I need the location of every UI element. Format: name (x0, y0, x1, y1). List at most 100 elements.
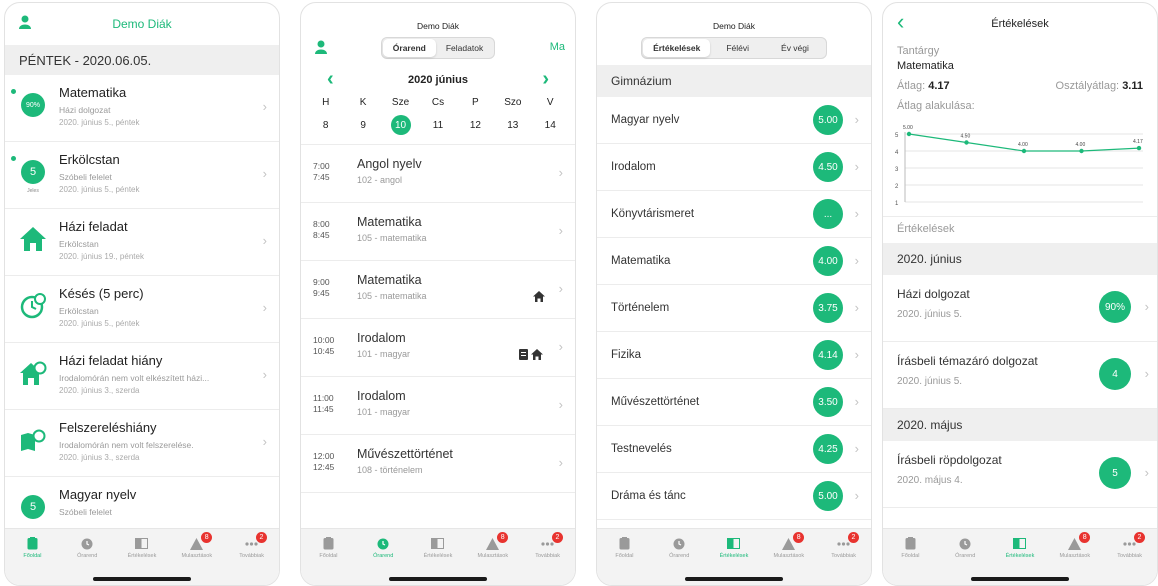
feed-item-late[interactable]: Késés (5 perc) Erkölcstan 2020. június 5… (5, 276, 279, 343)
average-trend-chart: 5 4 3 2 1 5.00 4.50 4.00 4.00 4.17 (895, 125, 1143, 207)
subject-average: 5.00 (813, 481, 843, 511)
profile-icon[interactable] (315, 40, 327, 59)
clock-icon (81, 537, 94, 550)
chevron-left-icon[interactable]: ‹ (327, 68, 334, 91)
subject-row[interactable]: Fizika 4.14 › (597, 332, 871, 379)
lesson-row[interactable]: 7:00 7:45 Angol nyelv 102 - angol › (301, 145, 575, 203)
test-and-homework-icon (519, 349, 545, 363)
feed-item-grade[interactable]: 90% Matematika Házi dolgozat 2020. júniu… (5, 75, 279, 142)
unread-dot (11, 156, 16, 161)
feed-item-homework[interactable]: Házi feladat Erkölcstan 2020. június 19.… (5, 209, 279, 276)
weekday-label: P (472, 97, 479, 108)
subject-row[interactable]: Történelem 3.75 › (597, 285, 871, 332)
lesson-row[interactable]: 9:00 9:45 Matematika 105 - matematika › (301, 261, 575, 319)
tab-label: Értékelések (423, 553, 453, 559)
grade-row[interactable]: Írásbeli témazáró dolgozat 2020. június … (883, 342, 1157, 409)
subject-average: 5.00 (813, 105, 843, 135)
lesson-room: 108 - történelem (357, 465, 423, 475)
back-chevron-icon[interactable]: ‹ (897, 9, 904, 35)
grade-row[interactable]: Házi dolgozat 2020. június 5. 90% › (883, 275, 1157, 342)
tab-more[interactable]: 2 Továbbiak (224, 529, 279, 585)
feed-item-title: Matematika (59, 85, 127, 100)
feed-item-missing-homework[interactable]: Házi feladat hiány Irodalomórán nem volt… (5, 343, 279, 410)
subject-row[interactable]: Dráma és tánc 5.00 › (597, 473, 871, 520)
date-row: 8 9 10 11 12 13 14 (301, 112, 575, 145)
segment-half-year[interactable]: Félévi (710, 39, 765, 57)
chevron-right-icon[interactable]: › (542, 68, 549, 91)
tab-label: Főoldal (319, 553, 338, 559)
lesson-row[interactable]: 12:00 12:45 Művészettörténet 108 - történ… (301, 435, 575, 493)
tab-label: Továbbiak (535, 553, 560, 559)
home-indicator (389, 577, 487, 581)
subject-row[interactable]: Matematika 4.00 › (597, 238, 871, 285)
notification-badge: 2 (551, 532, 563, 543)
tab-label: Továbbiak (831, 553, 856, 559)
lesson-row[interactable]: 8:00 8:45 Matematika 105 - matematika › (301, 203, 575, 261)
lesson-row[interactable]: 10:00 10:45 Irodalom 101 - magyar › (301, 319, 575, 377)
subject-row[interactable]: Irodalom 4.50 › (597, 144, 871, 191)
book-icon (727, 537, 741, 550)
subject-name: Testnevelés (611, 443, 672, 455)
grade-date: 2020. június 5. (897, 376, 963, 387)
tab-more[interactable]: 2 Továbbiak (520, 529, 575, 585)
trend-point-label: 4.17 (1133, 139, 1143, 145)
tab-label: Órarend (955, 553, 976, 559)
chevron-right-icon: › (262, 367, 267, 382)
chevron-right-icon: › (1144, 366, 1149, 381)
date-cell[interactable]: 8 (311, 112, 341, 138)
tab-home[interactable]: Főoldal (301, 529, 356, 585)
feed-item-title: Házi feladat hiány (59, 353, 163, 368)
weekday-label: Szo (504, 97, 522, 108)
tab-home[interactable]: Főoldal (883, 529, 938, 585)
subject-name: Dráma és tánc (611, 490, 686, 502)
subject-name: Irodalom (611, 161, 656, 173)
notification-badge: 2 (847, 532, 859, 543)
subject-row[interactable]: Könyvtárismeret... › (597, 191, 871, 238)
date-cell-selected[interactable]: 10 (386, 112, 416, 138)
chevron-right-icon: › (262, 434, 267, 449)
tab-more[interactable]: 2 Továbbiak (816, 529, 871, 585)
tab-label: Értékelések (1005, 553, 1035, 559)
tab-label: Továbbiak (1117, 553, 1142, 559)
segment-year-end[interactable]: Év végi (765, 39, 825, 57)
notification-badge: 8 (201, 532, 213, 543)
tab-home[interactable]: Főoldal (597, 529, 652, 585)
feed-item-subtitle: Irodalomórán nem volt felszerelése. (59, 440, 194, 450)
tab-more[interactable]: 2 Továbbiak (1102, 529, 1157, 585)
trend-point-label: 4.00 (1076, 142, 1086, 148)
phone-subject-detail: ‹ Értékelések Tantárgy Matematika Átlag:… (882, 2, 1158, 586)
y-tick-label: 3 (895, 167, 899, 173)
date-cell[interactable]: 14 (535, 112, 565, 138)
date-cell[interactable]: 12 (460, 112, 490, 138)
top-bar: ‹ Értékelések (883, 3, 1157, 45)
segment-grades[interactable]: Értékelések (643, 39, 711, 57)
lesson-row[interactable]: 11:00 11:45 Irodalom 101 - magyar › (301, 377, 575, 435)
grade-date: 2020. június 5. (897, 309, 963, 320)
tab-home[interactable]: Főoldal (5, 529, 60, 585)
grade-title: Írásbeli röpdolgozat (897, 453, 1002, 467)
subject-row[interactable]: Magyar nyelv 5.00 › (597, 97, 871, 144)
chevron-right-icon: › (558, 339, 563, 354)
home-indicator (971, 577, 1069, 581)
date-cell[interactable]: 11 (423, 112, 453, 138)
chevron-right-icon: › (262, 300, 267, 315)
date-cell[interactable]: 13 (498, 112, 528, 138)
subject-average: 4.25 (813, 434, 843, 464)
y-tick-label: 4 (895, 150, 899, 156)
phone-timetable: Demo Diák Órarend Feladatok Ma ‹ 2020 jú… (300, 2, 576, 586)
feed-item-missing-equipment[interactable]: Felszereléshiány Irodalomórán nem volt f… (5, 410, 279, 477)
date-cell[interactable]: 9 (348, 112, 378, 138)
segment-tasks[interactable]: Feladatok (436, 39, 493, 57)
profile-icon[interactable] (19, 15, 31, 32)
today-button[interactable]: Ma (550, 41, 565, 53)
segment-timetable[interactable]: Órarend (382, 39, 436, 57)
chevron-right-icon: › (558, 281, 563, 296)
grade-badge: 5 (21, 160, 45, 184)
subject-row[interactable]: Művészettörténet 3.50 › (597, 379, 871, 426)
grade-row[interactable]: Írásbeli röpdolgozat 2020. május 4. 5 › (883, 441, 1157, 508)
feed-item-grade[interactable]: 5 Jeles Erkölcstan Szóbeli felelet 2020.… (5, 142, 279, 209)
chevron-right-icon: › (1144, 465, 1149, 480)
grade-title: Házi dolgozat (897, 287, 970, 301)
subject-row[interactable]: Testnevelés 4.25 › (597, 426, 871, 473)
feed-item-date: 2020. június 19., péntek (59, 252, 144, 261)
